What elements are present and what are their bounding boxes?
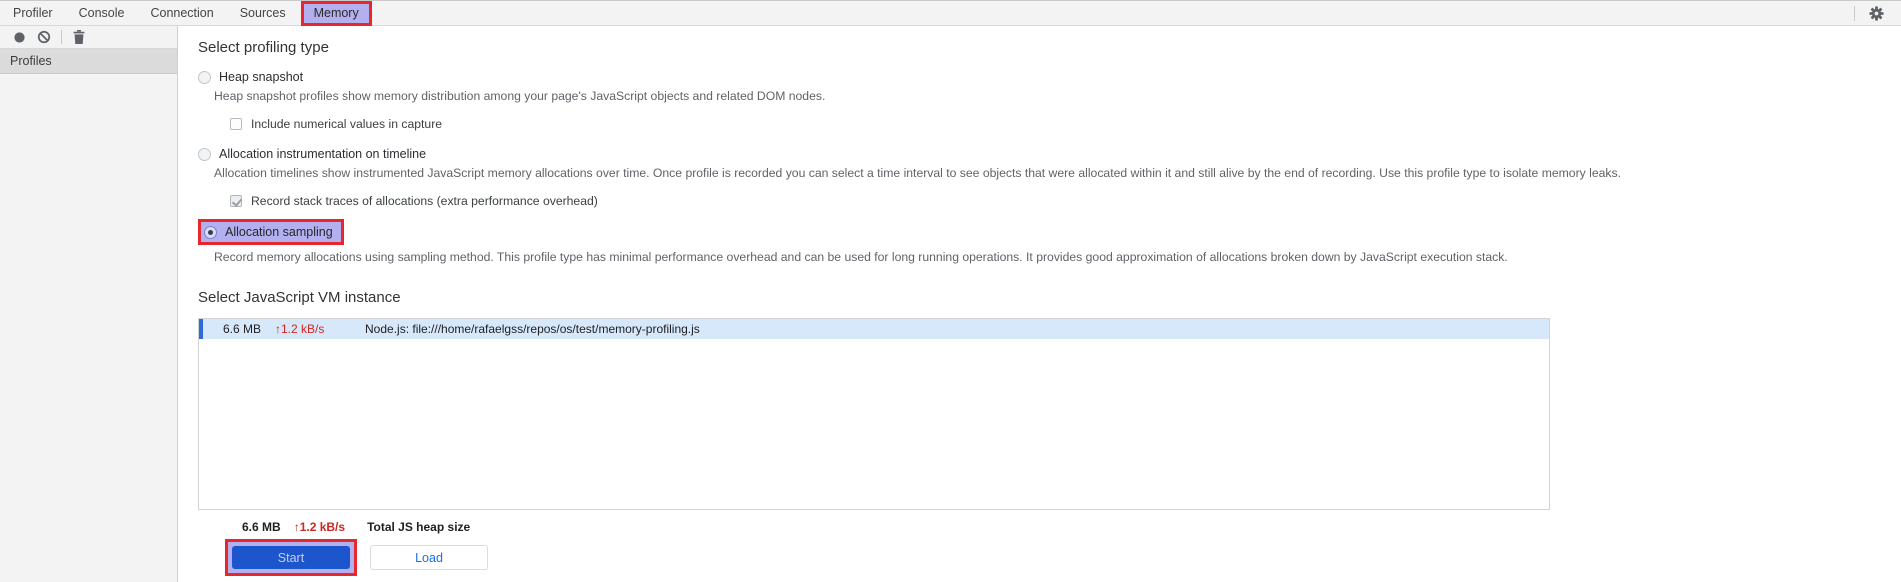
radio-label: Allocation instrumentation on timeline (219, 147, 427, 161)
checkbox-label: Include numerical values in capture (251, 117, 443, 131)
load-button[interactable]: Load (370, 545, 488, 570)
radio-label: Heap snapshot (219, 70, 304, 84)
tab-bar: Profiler Console Connection Sources Memo… (0, 0, 1901, 26)
total-heap-summary: 6.6 MB ↑1.2 kB/s Total JS heap size (242, 520, 1901, 534)
radio-icon-checked[interactable] (204, 225, 217, 239)
tabbar-separator (1854, 5, 1855, 21)
heap-snapshot-description: Heap snapshot profiles show memory distr… (214, 89, 826, 103)
radio-label: Allocation sampling (225, 225, 333, 239)
tab-connection[interactable]: Connection (137, 1, 226, 26)
tab-profiler[interactable]: Profiler (0, 1, 66, 26)
profiling-type-title: Select profiling type (198, 39, 329, 56)
vm-heap-rate: ↑1.2 kB/s (275, 322, 325, 336)
allocation-timeline-description: Allocation timelines show instrumented J… (214, 166, 1621, 180)
radio-heap-snapshot[interactable]: Heap snapshot (198, 70, 1901, 84)
devtools-memory-panel: Profiler Console Connection Sources Memo… (0, 0, 1901, 582)
vm-instance-list: 6.6 MB ↑1.2 kB/s Node.js: file:///home/r… (198, 318, 1550, 510)
tab-sources[interactable]: Sources (227, 1, 299, 26)
gear-icon[interactable] (1867, 4, 1885, 22)
vm-instance-name: Node.js: file:///home/rafaelgss/repos/os… (365, 322, 700, 336)
checkbox-icon[interactable] (230, 118, 242, 130)
total-heap-label: Total JS heap size (367, 520, 471, 534)
start-button[interactable]: Start (232, 546, 350, 569)
total-heap-rate: ↑1.2 kB/s (293, 520, 346, 534)
radio-icon[interactable] (198, 147, 211, 161)
clear-icon[interactable] (33, 27, 55, 47)
record-icon[interactable] (8, 27, 30, 47)
tab-console[interactable]: Console (66, 1, 138, 26)
checkbox-include-numerical-values[interactable]: Include numerical values in capture (230, 117, 1901, 131)
vm-instance-title: Select JavaScript VM instance (198, 289, 401, 306)
profiler-toolbar (0, 26, 177, 49)
total-heap-size: 6.6 MB (242, 520, 281, 534)
toolbar-separator (61, 30, 62, 44)
checkbox-icon (230, 195, 242, 207)
vm-heap-size: 6.6 MB (222, 322, 261, 336)
action-buttons: Start Load (225, 539, 1901, 576)
allocation-sampling-description: Record memory allocations using sampling… (214, 250, 1508, 264)
profiles-label: Profiles (10, 54, 52, 68)
sidebar-item-profiles[interactable]: Profiles (0, 49, 177, 74)
vm-instance-row[interactable]: 6.6 MB ↑1.2 kB/s Node.js: file:///home/r… (199, 319, 1549, 339)
tab-memory[interactable]: Memory (300, 0, 372, 26)
memory-panel-main: Select profiling type Heap snapshot Heap… (178, 26, 1901, 582)
radio-allocation-sampling[interactable]: Allocation sampling (198, 219, 344, 245)
checkbox-label: Record stack traces of allocations (extr… (251, 194, 598, 208)
radio-icon[interactable] (198, 70, 211, 84)
start-button-annotation: Start (225, 539, 357, 576)
sidebar: Profiles (0, 26, 178, 582)
radio-allocation-timeline[interactable]: Allocation instrumentation on timeline (198, 147, 1901, 161)
checkbox-record-stack-traces[interactable]: Record stack traces of allocations (extr… (230, 194, 1901, 208)
delete-icon[interactable] (68, 27, 90, 47)
